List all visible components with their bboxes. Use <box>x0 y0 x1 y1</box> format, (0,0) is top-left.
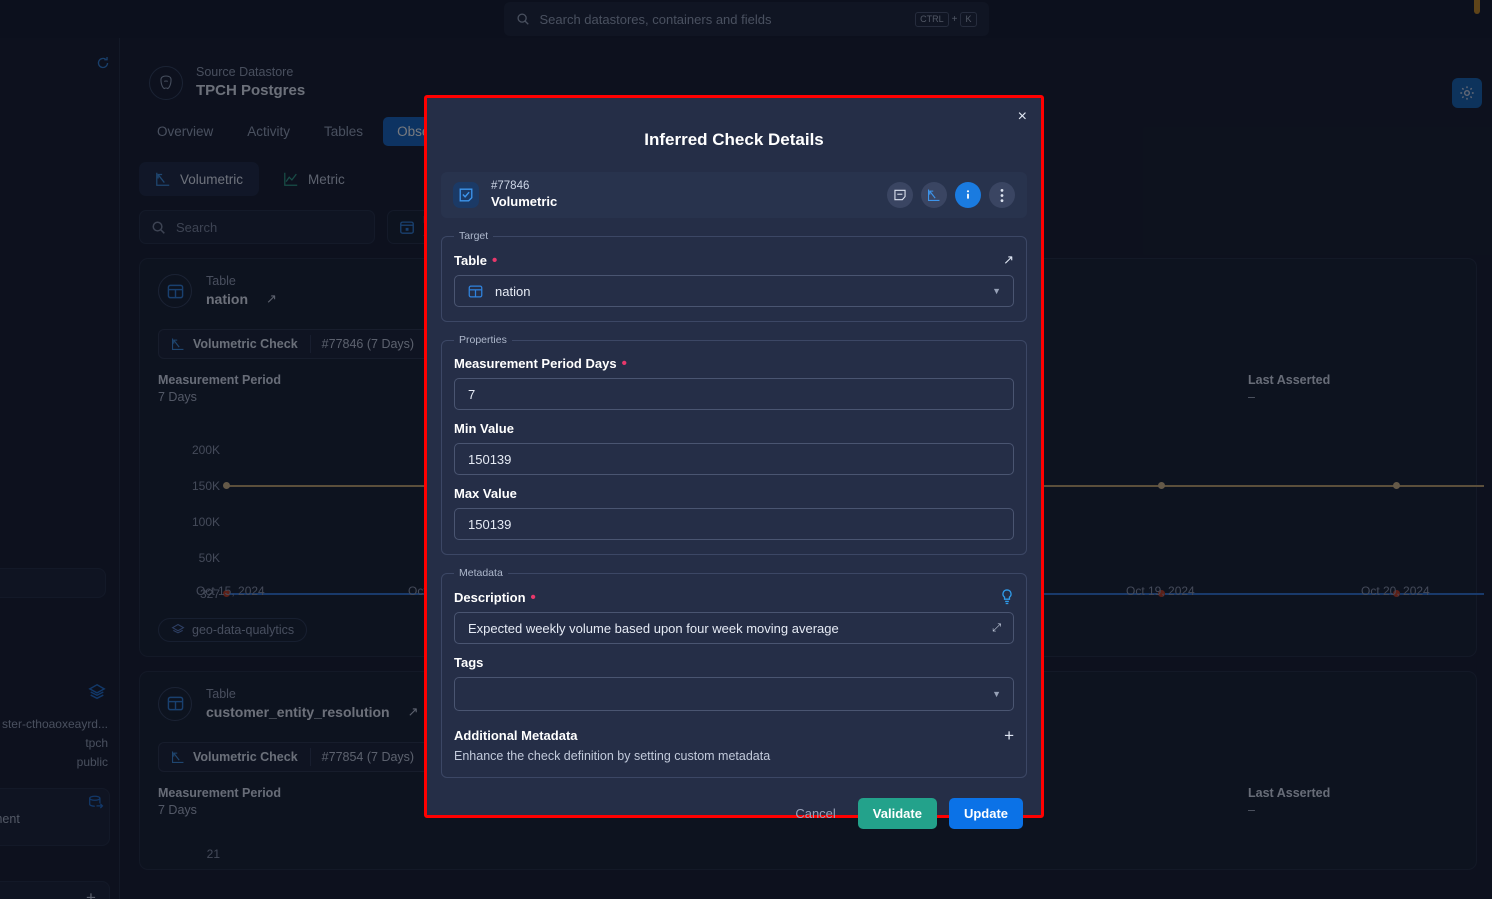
metadata-legend: Metadata <box>459 567 503 579</box>
min-value-input[interactable]: 150139 <box>454 443 1014 475</box>
table-select-value: nation <box>495 283 531 299</box>
additional-metadata-label: Additional Metadata <box>454 728 578 743</box>
check-summary-banner: #77846 Volumetric <box>441 172 1027 218</box>
max-value-input[interactable]: 150139 <box>454 508 1014 540</box>
check-banner-actions <box>887 182 1015 208</box>
modal-footer: Cancel Validate Update <box>427 778 1041 829</box>
description-label-row: Description • <box>454 589 1014 605</box>
description-value: Expected weekly volume based upon four w… <box>468 620 839 636</box>
expand-icon[interactable]: ⤢ <box>992 622 1001 635</box>
tags-label: Tags <box>454 655 484 670</box>
check-id: #77846 <box>491 180 530 193</box>
required-marker: • <box>530 588 536 606</box>
additional-metadata-row: Additional Metadata + <box>454 727 1014 744</box>
note-icon-button[interactable] <box>887 182 913 208</box>
table-field-label-row: Table • ↗ <box>454 252 1014 268</box>
target-fieldset: Target Table • ↗ nation ▼ <box>441 230 1027 322</box>
chevron-down-icon: ▼ <box>992 286 1001 296</box>
table-field-label: Table • <box>454 253 497 268</box>
check-badge-icon <box>453 182 479 208</box>
table-icon <box>468 284 483 299</box>
app-root: Search datastores, containers and fields… <box>0 0 1492 899</box>
description-label: Description • <box>454 590 536 605</box>
measurement-period-days-label: Measurement Period Days • <box>454 356 1014 371</box>
properties-legend: Properties <box>459 334 507 346</box>
update-button[interactable]: Update <box>948 798 1023 829</box>
additional-metadata-hint: Enhance the check definition by setting … <box>454 749 771 763</box>
close-icon[interactable]: × <box>1018 108 1027 126</box>
modal-title: Inferred Check Details <box>644 130 824 149</box>
tags-select[interactable]: ▼ <box>454 677 1014 711</box>
table-select[interactable]: nation ▼ <box>454 275 1014 307</box>
required-marker: • <box>621 355 627 372</box>
measurement-period-days-input[interactable]: 7 <box>454 378 1014 410</box>
target-legend: Target <box>459 230 489 242</box>
cancel-button[interactable]: Cancel <box>785 800 845 827</box>
measurement-period-days-label-text: Measurement Period Days <box>454 356 617 371</box>
metadata-fieldset: Metadata Description • Expected weekly v… <box>441 567 1027 778</box>
description-input[interactable]: Expected weekly volume based upon four w… <box>454 612 1014 644</box>
check-type: Volumetric <box>491 194 558 210</box>
required-marker: • <box>492 251 498 269</box>
properties-fieldset: Properties Measurement Period Days • 7 M… <box>441 334 1027 555</box>
min-value-label: Min Value <box>454 421 514 436</box>
chevron-down-icon: ▼ <box>992 689 1001 699</box>
max-value-label: Max Value <box>454 486 517 501</box>
chart-icon-button[interactable] <box>921 182 947 208</box>
description-label-text: Description <box>454 589 526 605</box>
lightbulb-icon[interactable] <box>1000 589 1014 605</box>
inferred-check-details-modal: × Inferred Check Details #77846 Volumetr… <box>424 95 1044 829</box>
more-options-icon-button[interactable] <box>989 182 1015 208</box>
validate-button[interactable]: Validate <box>857 798 937 829</box>
info-icon-button[interactable] <box>955 182 981 208</box>
table-field-label-text: Table <box>454 252 487 268</box>
open-external-icon[interactable]: ↗ <box>1003 252 1014 268</box>
add-metadata-button[interactable]: + <box>1004 727 1014 744</box>
